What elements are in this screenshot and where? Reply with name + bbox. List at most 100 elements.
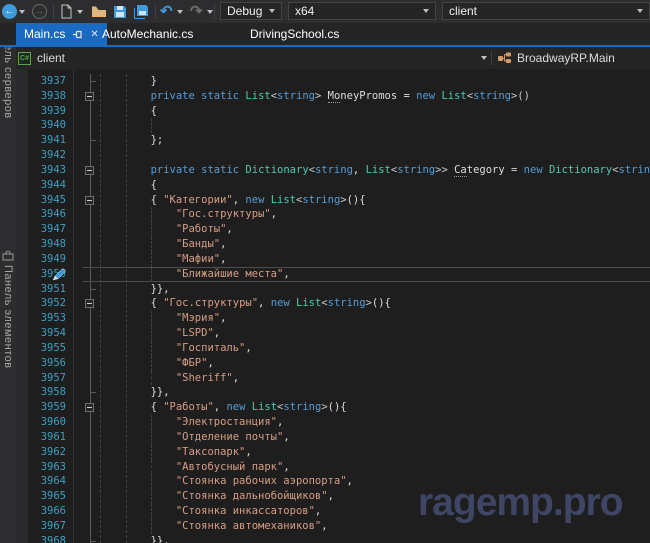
navigate-back-button[interactable]: ←: [2, 3, 17, 20]
save-all-button[interactable]: [133, 3, 150, 20]
line-number[interactable]: 3959: [28, 400, 66, 415]
line-number[interactable]: 3950: [28, 267, 66, 282]
code-text[interactable]: { "Гос.структуры", new List<string>(){: [100, 296, 650, 311]
line-number[interactable]: 3937: [28, 74, 66, 89]
line-number[interactable]: 3967: [28, 519, 66, 534]
code-line[interactable]: 3947 "Работы",: [16, 222, 650, 237]
code-line[interactable]: 3959 { "Работы", new List<string>(){: [16, 400, 650, 415]
line-number[interactable]: 3958: [28, 385, 66, 400]
collapse-box-icon[interactable]: [85, 196, 94, 205]
code-text[interactable]: }},: [100, 282, 650, 297]
code-text[interactable]: "Стоянка рабочих аэропорта",: [100, 474, 650, 489]
code-text[interactable]: {: [100, 178, 650, 193]
collapse-box-icon[interactable]: [85, 299, 94, 308]
code-text[interactable]: "Гос.структуры",: [100, 207, 650, 222]
code-text[interactable]: { "Работы", new List<string>(){: [100, 400, 650, 415]
line-number[interactable]: 3954: [28, 326, 66, 341]
line-number[interactable]: 3951: [28, 282, 66, 297]
code-text[interactable]: }},: [100, 534, 650, 543]
code-text[interactable]: "Стоянка инкассаторов",: [100, 504, 650, 519]
code-text[interactable]: [100, 118, 650, 133]
redo-button[interactable]: ↷: [190, 3, 203, 20]
code-line[interactable]: 3964 "Стоянка рабочих аэропорта",: [16, 474, 650, 489]
code-line[interactable]: 3944{: [16, 178, 650, 193]
code-text[interactable]: "LSPD",: [100, 326, 650, 341]
line-number[interactable]: 3942: [28, 148, 66, 163]
code-line[interactable]: 3965 "Стоянка дальнобойщиков",: [16, 489, 650, 504]
code-text[interactable]: private static Dictionary<string, List<s…: [100, 163, 650, 178]
navigate-forward-button[interactable]: →: [32, 3, 47, 20]
code-line[interactable]: 3953 "Мэрия",: [16, 311, 650, 326]
redo-dropdown[interactable]: [207, 3, 213, 20]
tab-drivingschool-cs[interactable]: DrivingSchool.cs: [242, 23, 347, 45]
code-line[interactable]: 3962"Таксопарк",: [16, 445, 650, 460]
code-line[interactable]: 3955 "Госпиталь",: [16, 341, 650, 356]
undo-dropdown[interactable]: [177, 3, 183, 20]
code-line[interactable]: 3942: [16, 148, 650, 163]
startup-project-select[interactable]: client: [442, 2, 650, 20]
code-line[interactable]: 3937}: [16, 74, 650, 89]
code-text[interactable]: "Работы",: [100, 222, 650, 237]
line-number[interactable]: 3952: [28, 296, 66, 311]
code-line[interactable]: 3948"Банды",: [16, 237, 650, 252]
type-dropdown[interactable]: BroadwayRP.Main: [497, 47, 615, 69]
line-number[interactable]: 3939: [28, 104, 66, 119]
sidebar-tab-toolbox[interactable]: Панель элементов: [2, 265, 14, 369]
code-text[interactable]: "Отделение почты",: [100, 430, 650, 445]
code-text[interactable]: }},: [100, 385, 650, 400]
code-line[interactable]: 3950 "Ближайшие места",: [16, 267, 650, 282]
code-text[interactable]: "Стоянка дальнобойщиков",: [100, 489, 650, 504]
code-text[interactable]: private static List<string> MoneyPromos …: [100, 89, 650, 104]
line-number[interactable]: 3955: [28, 341, 66, 356]
code-line[interactable]: 3961 "Отделение почты",: [16, 430, 650, 445]
save-button[interactable]: [113, 3, 127, 20]
code-line[interactable]: 3954 "LSPD",: [16, 326, 650, 341]
line-number[interactable]: 3953: [28, 311, 66, 326]
code-line[interactable]: 3963"Автобусный парк",: [16, 460, 650, 475]
navigate-back-dropdown[interactable]: [19, 3, 25, 20]
line-number[interactable]: 3945: [28, 193, 66, 208]
line-number[interactable]: 3949: [28, 252, 66, 267]
line-number[interactable]: 3943: [28, 163, 66, 178]
new-file-button[interactable]: [60, 3, 73, 20]
folding-margin[interactable]: [66, 193, 100, 208]
code-text[interactable]: }: [100, 74, 650, 89]
code-text[interactable]: };: [100, 133, 650, 148]
code-line[interactable]: 3966 "Стоянка инкассаторов",: [16, 504, 650, 519]
line-number[interactable]: 3947: [28, 222, 66, 237]
code-text[interactable]: "Банды",: [100, 237, 650, 252]
new-file-dropdown[interactable]: [77, 3, 83, 20]
line-number[interactable]: 3965: [28, 489, 66, 504]
folding-margin[interactable]: [66, 296, 100, 311]
code-line[interactable]: 3938private static List<string> MoneyPro…: [16, 89, 650, 104]
code-text[interactable]: "Ближайшие места",: [100, 267, 650, 282]
line-number[interactable]: 3962: [28, 445, 66, 460]
code-line[interactable]: 3952 { "Гос.структуры", new List<string>(…: [16, 296, 650, 311]
code-line[interactable]: 3968}},: [16, 534, 650, 543]
code-text[interactable]: {: [100, 104, 650, 119]
tab-automechanic-cs[interactable]: AutoMechanic.cs: [94, 23, 201, 45]
code-text[interactable]: "Мэрия",: [100, 311, 650, 326]
undo-button[interactable]: ↶: [160, 3, 173, 20]
collapse-box-icon[interactable]: [85, 403, 94, 412]
line-number[interactable]: 3960: [28, 415, 66, 430]
code-line[interactable]: 3939 {: [16, 104, 650, 119]
pin-tab-button[interactable]: [72, 29, 83, 40]
code-line[interactable]: 3941};: [16, 133, 650, 148]
line-number[interactable]: 3946: [28, 207, 66, 222]
folding-margin[interactable]: [66, 400, 100, 415]
line-number[interactable]: 3963: [28, 460, 66, 475]
line-number[interactable]: 3966: [28, 504, 66, 519]
code-line[interactable]: 3958}},: [16, 385, 650, 400]
code-line[interactable]: 3951}},: [16, 282, 650, 297]
code-text[interactable]: "Мафии",: [100, 252, 650, 267]
code-line[interactable]: 3957"Sheriff",: [16, 371, 650, 386]
line-number[interactable]: 3964: [28, 474, 66, 489]
line-number[interactable]: 3961: [28, 430, 66, 445]
code-line[interactable]: 3956"ФБР",: [16, 356, 650, 371]
line-number[interactable]: 3968: [28, 534, 66, 543]
code-line[interactable]: 3943 private static Dictionary<string, Li…: [16, 163, 650, 178]
code-line[interactable]: 3960"Электростанция",: [16, 415, 650, 430]
code-text[interactable]: "Госпиталь",: [100, 341, 650, 356]
code-line[interactable]: 3949 "Мафии",: [16, 252, 650, 267]
